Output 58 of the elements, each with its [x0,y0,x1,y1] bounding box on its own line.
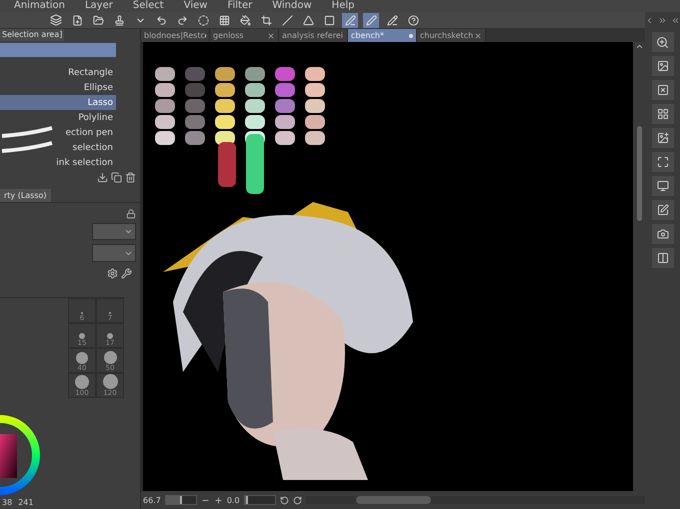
rotate-left-icon[interactable] [280,496,289,504]
brush-stroke-icon [0,141,55,153]
zoom-value: 66.7 [143,496,161,504]
image-icon[interactable] [652,56,674,76]
layers-icon[interactable] [48,12,64,28]
menu-item[interactable]: Filter [227,0,252,12]
scrollbar-thumb[interactable] [636,126,642,221]
menu-item[interactable]: Help [332,0,354,12]
menu-item[interactable]: View [184,0,208,12]
chevron-left-icon[interactable] [645,16,654,24]
image-add-icon[interactable] [652,128,674,148]
tool-item[interactable]: ink selection [0,155,116,170]
tool-item[interactable]: Polyline [0,110,116,125]
close-square-icon[interactable] [652,80,674,100]
panel-title: Selection area] [0,29,64,41]
maximize-icon[interactable] [652,152,674,172]
trash-icon[interactable] [125,172,136,183]
lock-icon [126,209,136,219]
tool-item[interactable]: Lasso [0,95,116,110]
color-wheel[interactable] [0,412,40,498]
copy-icon[interactable] [111,172,122,183]
rotate-right-icon[interactable] [292,496,302,504]
document-tab[interactable]: churchsketch [417,29,486,42]
expand-icon[interactable] [658,16,667,24]
scroll-up-icon[interactable] [634,42,644,51]
zoom-icon[interactable] [652,32,674,52]
color-value: 241 [18,498,34,507]
brush-stroke-icon [0,126,55,138]
tool-item[interactable]: Ellipse [0,80,116,95]
pen-icon[interactable] [363,12,379,28]
tool-item[interactable]: ection pen [0,125,116,140]
slider-thumb[interactable] [244,496,248,504]
tool-item[interactable]: selection [0,140,116,155]
document-tab[interactable]: cbench* [348,29,417,42]
document-tab[interactable]: analysis referei [279,29,348,42]
zoom-in-icon[interactable] [214,496,223,504]
menu-item[interactable]: Layer [84,0,113,12]
menu-item[interactable]: Select [132,0,164,12]
property-tab[interactable]: rty (Lasso) [0,189,51,202]
grid-icon[interactable] [652,104,674,124]
color-value: 38 [2,498,12,507]
monitor-icon[interactable] [652,176,674,196]
tool-item[interactable]: Rectangle [0,65,116,80]
slider-thumb[interactable] [166,496,182,504]
rotation-value: 0.0 [226,496,240,504]
settings-icon[interactable] [107,268,118,280]
menu-item[interactable]: Animation [14,0,65,12]
scrollbar-thumb[interactable] [356,496,431,504]
collapse-icon[interactable] [671,16,680,24]
document-tab[interactable]: genloss [210,29,279,42]
download-icon[interactable] [97,172,108,183]
document-tab[interactable]: blodnoes|Restc [141,29,210,42]
pen-square-icon[interactable] [652,200,674,220]
camera-icon[interactable] [652,224,674,244]
menu-item[interactable]: Window [272,0,312,12]
columns-icon[interactable] [652,248,674,268]
pen-line-icon[interactable] [342,12,358,28]
wrench-icon[interactable] [121,268,132,280]
